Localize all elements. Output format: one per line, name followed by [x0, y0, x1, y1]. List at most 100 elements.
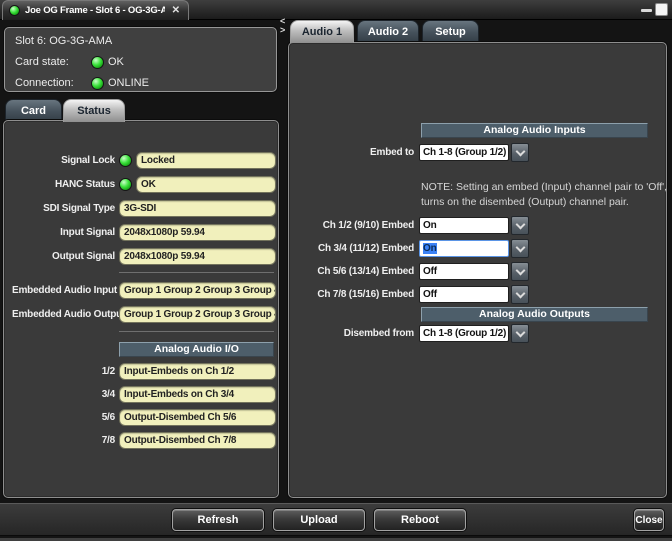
- refresh-button[interactable]: Refresh: [172, 509, 264, 531]
- channel-embed-row: Ch 3/4 (11/12) Embed On: [293, 240, 529, 257]
- slot-title: Slot 6: OG-3G-AMA: [15, 35, 112, 47]
- field-label: HANC Status: [12, 179, 115, 190]
- dropdown-label: Embed to: [293, 147, 414, 158]
- embedded-audio-input-row: Embedded Audio Input Group 1 Group 2 Gro…: [12, 282, 276, 299]
- field-value: 3G-SDI: [119, 200, 276, 217]
- analog-audio-inputs-header: Analog Audio Inputs: [421, 123, 648, 138]
- hanc-status-row: HANC Status OK: [12, 176, 276, 193]
- field-value: Input-Embeds on Ch 1/2: [119, 363, 276, 380]
- dropdown-label: Ch 3/4 (11/12) Embed: [293, 243, 414, 254]
- tab-audio-1-label: Audio 1: [302, 26, 342, 38]
- card-state-value: OK: [108, 56, 124, 68]
- note-line-2: turns on the disembed (Output) channel p…: [421, 195, 667, 210]
- ch34-embed-dropdown[interactable]: On: [419, 240, 509, 257]
- tab-card[interactable]: Card: [5, 99, 62, 122]
- disembed-from-value: Ch 1-8 (Group 1/2): [423, 328, 506, 339]
- field-label: Embedded Audio Input: [12, 285, 115, 296]
- window-title: Joe OG Frame - Slot 6 - OG-3G-AMA: [25, 5, 165, 16]
- embedded-audio-output-row: Embedded Audio Output Group 1 Group 2 Gr…: [12, 306, 276, 323]
- input-signal-row: Input Signal 2048x1080p 59.94: [12, 224, 276, 241]
- tab-audio-1[interactable]: Audio 1: [290, 20, 354, 43]
- connection-value: ONLINE: [108, 77, 149, 89]
- dropdown-label: Ch 7/8 (15/16) Embed: [293, 289, 414, 300]
- green-led-icon: [119, 178, 132, 191]
- chevron-down-icon[interactable]: [511, 143, 529, 162]
- window-title-tab[interactable]: Joe OG Frame - Slot 6 - OG-3G-AMA ✕: [2, 0, 189, 20]
- tab-scroll-right-icon[interactable]: >: [280, 26, 288, 35]
- field-label: 1/2: [12, 366, 115, 377]
- tab-card-label: Card: [21, 105, 46, 117]
- field-label: Output Signal: [12, 251, 115, 262]
- status-panel: Signal Lock Locked HANC Status OK SDI Si…: [3, 120, 279, 498]
- slot-info-row: Slot 6: OG-3G-AMA: [15, 34, 112, 48]
- field-value: Locked: [136, 152, 276, 169]
- divider: [119, 272, 274, 273]
- field-value: Group 1 Group 2 Group 3 Group 4: [119, 306, 276, 323]
- channel-embed-row: Ch 7/8 (15/16) Embed Off: [293, 286, 529, 303]
- note-line-1: NOTE: Setting an embed (Input) channel p…: [421, 180, 667, 195]
- chevron-down-icon[interactable]: [511, 285, 529, 304]
- field-label: 7/8: [12, 435, 115, 446]
- slot-info-box: Slot 6: OG-3G-AMA Card state: OK Connect…: [4, 27, 277, 92]
- field-label: SDI Signal Type: [12, 203, 115, 214]
- field-value: 2048x1080p 59.94: [119, 224, 276, 241]
- embed-to-value: Ch 1-8 (Group 1/2): [423, 147, 506, 158]
- card-state-label: Card state:: [15, 56, 91, 68]
- disembed-from-dropdown[interactable]: Ch 1-8 (Group 1/2): [419, 325, 509, 342]
- channel-embed-row: Ch 1/2 (9/10) Embed On: [293, 217, 529, 234]
- tab-status[interactable]: Status: [63, 99, 125, 122]
- upload-button[interactable]: Upload: [273, 509, 365, 531]
- analog-audio-io-header: Analog Audio I/O: [119, 342, 274, 357]
- analog-audio-outputs-header: Analog Audio Outputs: [421, 307, 648, 322]
- ch56-embed-dropdown[interactable]: Off: [419, 263, 509, 280]
- field-value: Input-Embeds on Ch 3/4: [119, 386, 276, 403]
- connection-label: Connection:: [15, 77, 91, 89]
- tab-setup[interactable]: Setup: [422, 20, 479, 43]
- close-icon[interactable]: ✕: [170, 5, 182, 16]
- tab-scroll-control: < >: [280, 17, 288, 35]
- dropdown-label: Disembed from: [293, 328, 414, 339]
- field-label: Input Signal: [12, 227, 115, 238]
- dropdown-label: Ch 5/6 (13/14) Embed: [293, 266, 414, 277]
- field-label: Embedded Audio Output: [12, 309, 115, 320]
- field-value: 2048x1080p 59.94: [119, 248, 276, 265]
- maximize-icon[interactable]: [655, 3, 668, 16]
- chevron-down-icon[interactable]: [511, 324, 529, 343]
- tab-setup-label: Setup: [435, 26, 466, 38]
- channel-embed-row: Ch 5/6 (13/14) Embed Off: [293, 263, 529, 280]
- chevron-down-icon[interactable]: [511, 262, 529, 281]
- dropdown-value-selected: On: [423, 243, 437, 254]
- field-label: 3/4: [12, 389, 115, 400]
- analog-io-row: 1/2 Input-Embeds on Ch 1/2: [12, 363, 276, 380]
- tab-audio-2-label: Audio 2: [368, 26, 408, 38]
- note-text: NOTE: Setting an embed (Input) channel p…: [421, 180, 667, 210]
- dropdown-value: Off: [423, 289, 437, 300]
- disembed-from-row: Disembed from Ch 1-8 (Group 1/2): [293, 325, 529, 342]
- dropdown-label: Ch 1/2 (9/10) Embed: [293, 220, 414, 231]
- ch78-embed-dropdown[interactable]: Off: [419, 286, 509, 303]
- divider: [119, 331, 274, 332]
- minimize-icon[interactable]: [641, 9, 652, 12]
- chevron-down-icon[interactable]: [511, 239, 529, 258]
- analog-io-row: 3/4 Input-Embeds on Ch 3/4: [12, 386, 276, 403]
- tab-audio-2[interactable]: Audio 2: [357, 20, 419, 43]
- dropdown-value: On: [423, 220, 437, 231]
- analog-io-row: 5/6 Output-Disembed Ch 5/6: [12, 409, 276, 426]
- close-button[interactable]: Close: [634, 509, 664, 531]
- dropdown-value: Off: [423, 266, 437, 277]
- embed-to-row: Embed to Ch 1-8 (Group 1/2): [293, 144, 529, 161]
- connection-led-icon: [91, 77, 104, 90]
- ch12-embed-dropdown[interactable]: On: [419, 217, 509, 234]
- analog-io-row: 7/8 Output-Disembed Ch 7/8: [12, 432, 276, 449]
- audio-1-panel: Analog Audio Inputs Embed to Ch 1-8 (Gro…: [288, 42, 667, 498]
- reboot-button[interactable]: Reboot: [374, 509, 466, 531]
- chevron-down-icon[interactable]: [511, 216, 529, 235]
- embed-to-dropdown[interactable]: Ch 1-8 (Group 1/2): [419, 144, 509, 161]
- card-state-led-icon: [91, 56, 104, 69]
- connection-led-icon: [9, 5, 20, 16]
- green-led-icon: [119, 154, 132, 167]
- sdi-signal-type-row: SDI Signal Type 3G-SDI: [12, 200, 276, 217]
- field-value: OK: [136, 176, 276, 193]
- footer-bar: Refresh Upload Reboot Close: [0, 503, 672, 536]
- field-value: Output-Disembed Ch 5/6: [119, 409, 276, 426]
